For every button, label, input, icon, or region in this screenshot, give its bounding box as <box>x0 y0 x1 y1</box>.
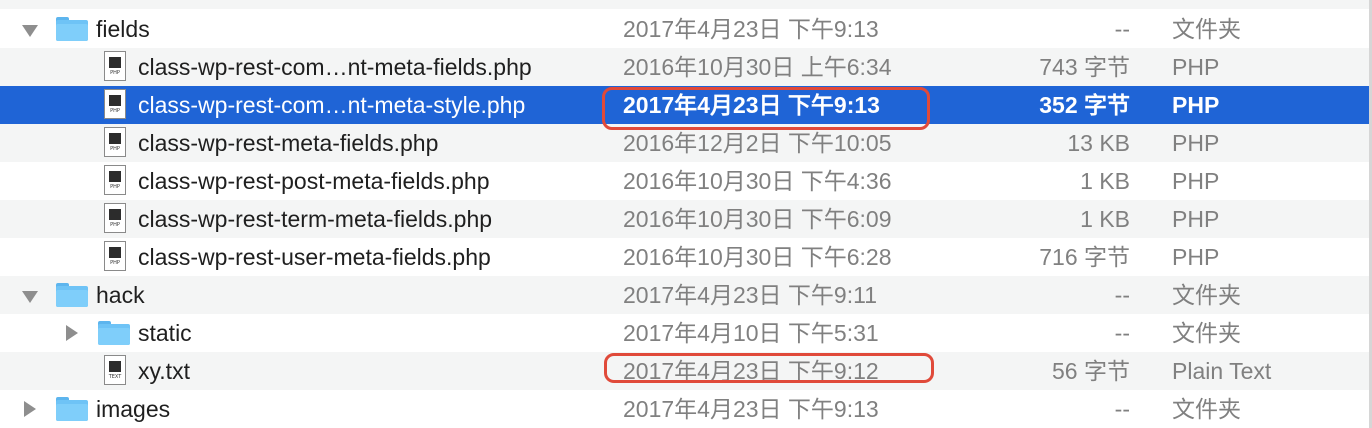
date-modified: 2017年4月23日 下午9:13 <box>623 16 879 42</box>
file-size: -- <box>1114 396 1130 422</box>
php-file-icon: PHP <box>104 127 126 157</box>
list-item-fields[interactable]: fields 2017年4月23日 下午9:13 -- 文件夹 <box>0 10 1372 48</box>
file-name: static <box>138 320 192 346</box>
list-item-static[interactable]: static 2017年4月10日 下午5:31 -- 文件夹 <box>0 314 1372 352</box>
file-name: xy.txt <box>138 358 190 384</box>
file-kind: 文件夹 <box>1172 320 1241 346</box>
php-file-icon: PHP <box>104 165 126 195</box>
file-size: -- <box>1114 16 1130 42</box>
date-modified: 2016年10月30日 下午4:36 <box>623 168 892 194</box>
file-kind: PHP <box>1172 244 1220 270</box>
list-item[interactable]: PHP class-wp-rest-com…nt-meta-fields.php… <box>0 48 1372 86</box>
annotation-oval-xy-date <box>604 353 934 383</box>
file-size: 1 KB <box>1080 168 1130 194</box>
date-modified: 2017年4月23日 下午9:11 <box>623 282 877 308</box>
file-name: class-wp-rest-com…nt-meta-fields.php <box>138 54 532 80</box>
file-name: class-wp-rest-term-meta-fields.php <box>138 206 493 232</box>
file-kind: PHP <box>1172 168 1220 194</box>
disclosure-triangle-collapsed-icon[interactable] <box>62 314 82 352</box>
file-name: images <box>96 396 171 422</box>
folder-icon <box>56 17 88 41</box>
php-file-icon: PHP <box>104 203 126 233</box>
date-modified: 2016年10月30日 下午6:09 <box>623 206 892 232</box>
folder-icon <box>98 321 130 345</box>
file-kind: PHP <box>1172 206 1220 232</box>
list-item[interactable] <box>0 0 1372 9</box>
file-kind: PHP <box>1172 130 1220 156</box>
list-item-hack[interactable]: hack 2017年4月23日 下午9:11 -- 文件夹 <box>0 276 1372 314</box>
file-name: class-wp-rest-meta-fields.php <box>138 130 439 156</box>
date-modified: 2017年4月23日 下午9:13 <box>623 396 879 422</box>
php-file-icon: PHP <box>104 51 126 81</box>
disclosure-triangle-expanded-icon[interactable] <box>20 276 40 314</box>
file-size: 743 字节 <box>1039 54 1130 80</box>
file-size: -- <box>1114 320 1130 346</box>
clipped-row-above <box>0 0 1372 10</box>
file-size: -- <box>1114 282 1130 308</box>
file-name: class-wp-rest-post-meta-fields.php <box>138 168 490 194</box>
date-modified: 2017年4月10日 下午5:31 <box>623 320 879 346</box>
file-size: 352 字节 <box>1039 92 1130 118</box>
file-name: hack <box>96 282 145 308</box>
date-modified: 2016年10月30日 下午6:28 <box>623 244 892 270</box>
file-kind: PHP <box>1172 92 1220 118</box>
text-file-icon: TEXT <box>104 355 126 385</box>
file-kind: 文件夹 <box>1172 16 1241 42</box>
file-size: 716 字节 <box>1039 244 1130 270</box>
folder-icon <box>56 397 88 421</box>
list-item[interactable]: PHP class-wp-rest-term-meta-fields.php 2… <box>0 200 1372 238</box>
file-name: class-wp-rest-user-meta-fields.php <box>138 244 491 270</box>
file-size: 56 字节 <box>1052 358 1130 384</box>
date-modified: 2016年10月30日 上午6:34 <box>623 54 892 80</box>
file-name: class-wp-rest-com…nt-meta-style.php <box>138 92 526 118</box>
file-size: 13 KB <box>1067 130 1130 156</box>
php-file-icon: PHP <box>104 89 126 119</box>
file-name: fields <box>96 16 150 42</box>
disclosure-triangle-expanded-icon[interactable] <box>20 10 40 48</box>
file-kind: 文件夹 <box>1172 282 1241 308</box>
list-item[interactable]: PHP class-wp-rest-post-meta-fields.php 2… <box>0 162 1372 200</box>
folder-icon <box>56 283 88 307</box>
disclosure-triangle-collapsed-icon[interactable] <box>20 390 40 428</box>
file-size: 1 KB <box>1080 206 1130 232</box>
list-item[interactable]: PHP class-wp-rest-user-meta-fields.php 2… <box>0 238 1372 276</box>
annotation-oval-selected-date <box>602 87 930 130</box>
file-kind: PHP <box>1172 54 1220 80</box>
file-kind: 文件夹 <box>1172 396 1241 422</box>
list-item-images[interactable]: images 2017年4月23日 下午9:13 -- 文件夹 <box>0 390 1372 428</box>
php-file-icon: PHP <box>104 241 126 271</box>
file-kind: Plain Text <box>1172 358 1272 384</box>
